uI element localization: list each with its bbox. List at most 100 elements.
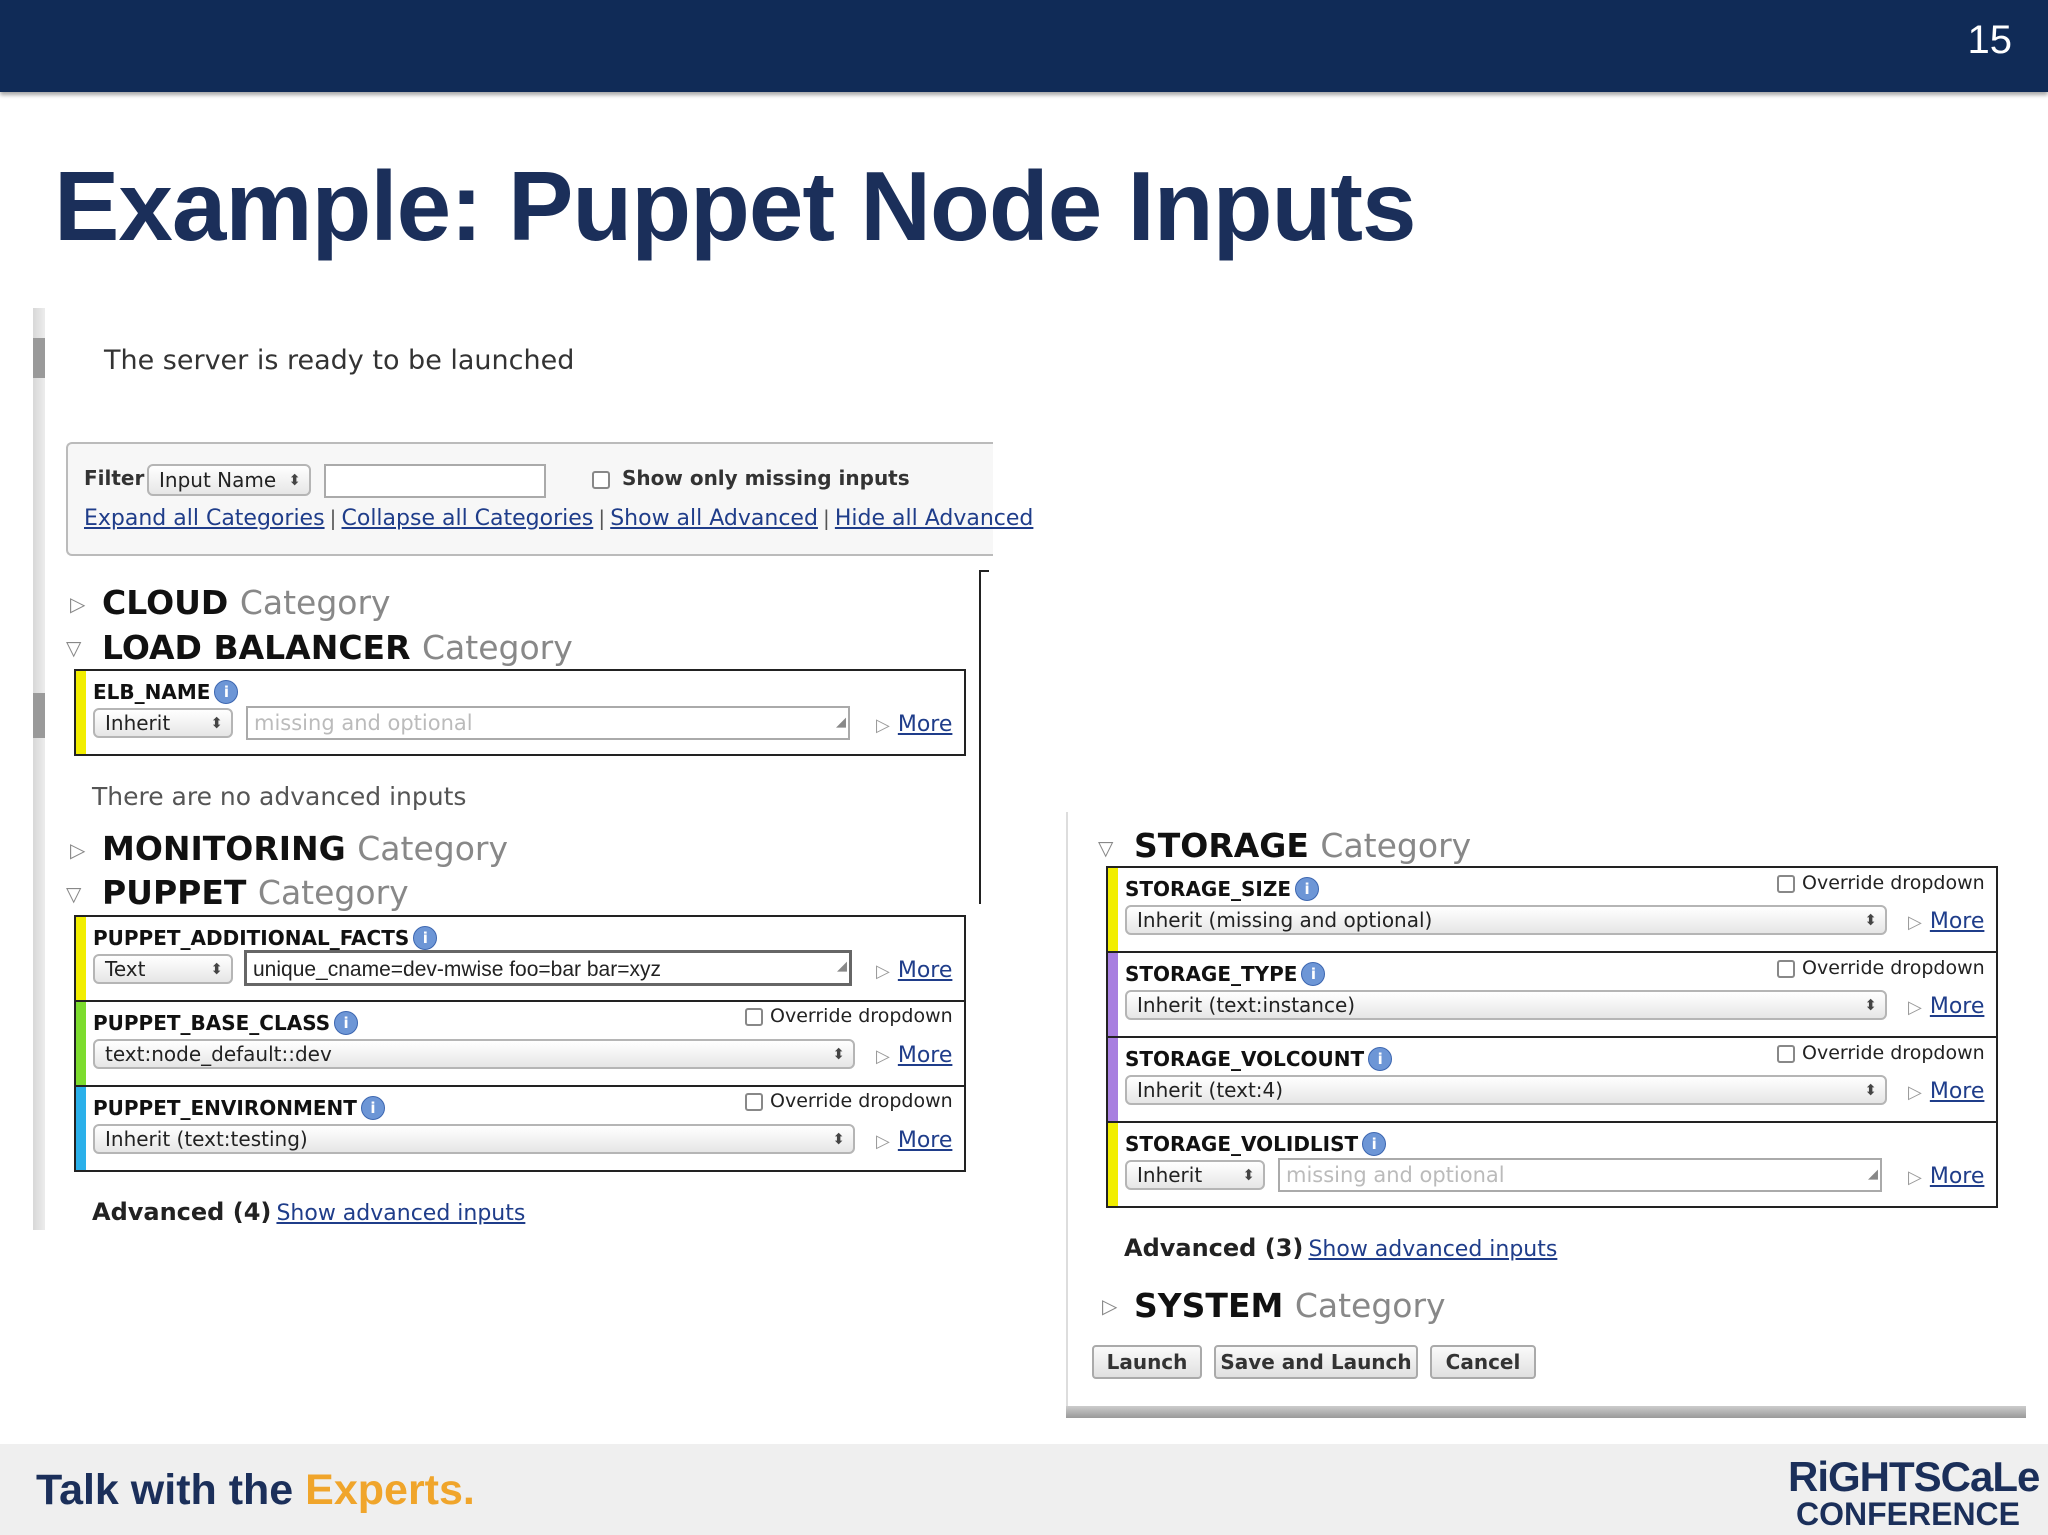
elb-name-input[interactable]: missing and optional ◢ <box>246 706 850 740</box>
input-label-storage-type: STORAGE_TYPE i <box>1125 962 1326 986</box>
input-label-storage-size: STORAGE_SIZE i <box>1125 877 1320 901</box>
row-color-stripe <box>1108 1038 1118 1121</box>
more-triangle-icon: ▷ <box>1908 912 1922 933</box>
server-status-text: The server is ready to be launched <box>104 345 575 376</box>
filter-search-input[interactable] <box>324 464 546 498</box>
row-color-stripe <box>76 671 86 754</box>
category-monitoring[interactable]: MONITORING Category <box>102 829 508 868</box>
info-icon[interactable]: i <box>360 1096 385 1120</box>
info-icon[interactable]: i <box>1362 1132 1387 1156</box>
row-color-stripe <box>1108 1123 1118 1206</box>
row-color-stripe <box>1108 868 1118 951</box>
more-triangle-icon: ▷ <box>1908 997 1922 1018</box>
elb-name-more[interactable]: ▷ More <box>876 712 952 737</box>
more-triangle-icon: ▷ <box>1908 1167 1922 1188</box>
more-triangle-icon: ▷ <box>1908 1082 1922 1103</box>
filter-links: Expand all Categories | Collapse all Cat… <box>84 506 1034 531</box>
category-cloud[interactable]: CLOUD Category <box>102 583 391 622</box>
category-storage[interactable]: STORAGE Category <box>1134 826 1471 865</box>
collapse-triangle-icon[interactable]: ▽ <box>66 636 81 660</box>
storage-size-more[interactable]: ▷ More <box>1908 909 1984 934</box>
puppet-facts-type-select[interactable]: Text ⬍ <box>93 954 233 984</box>
storage-volcount-select[interactable]: Inherit (text:4) ⬍ <box>1125 1075 1887 1105</box>
info-icon[interactable]: i <box>413 926 438 950</box>
override-dropdown-checkbox[interactable] <box>1777 1045 1795 1063</box>
right-panel-edge <box>1066 812 1068 1410</box>
storage-volidlist-input[interactable]: missing and optional ◢ <box>1278 1158 1882 1192</box>
advanced-count: Advanced (4) <box>92 1198 272 1226</box>
hide-all-advanced-link[interactable]: Hide all Advanced <box>835 506 1034 531</box>
info-icon[interactable]: i <box>214 680 239 704</box>
puppet-advanced-line: Advanced (4) Show advanced inputs <box>92 1198 525 1226</box>
override-dropdown-checkbox[interactable] <box>1777 875 1795 893</box>
row-color-stripe <box>1108 953 1118 1036</box>
override-dropdown-checkbox[interactable] <box>745 1093 763 1111</box>
slide-title: Example: Puppet Node Inputs <box>54 151 1416 261</box>
override-dropdown-checkbox[interactable] <box>745 1008 763 1026</box>
more-triangle-icon: ▷ <box>876 1046 890 1067</box>
expand-triangle-icon[interactable]: ▷ <box>70 592 85 616</box>
category-system[interactable]: SYSTEM Category <box>1134 1286 1446 1325</box>
panel-border-line <box>979 570 981 904</box>
storage-type-more[interactable]: ▷ More <box>1908 994 1984 1019</box>
filter-label: Filter <box>84 466 145 490</box>
slide-number: 15 <box>1967 18 2013 62</box>
category-load-balancer[interactable]: LOAD BALANCER Category <box>102 628 573 667</box>
footer-tagline: Talk with the Experts. <box>36 1466 475 1514</box>
save-and-launch-button[interactable]: Save and Launch <box>1214 1345 1418 1379</box>
storage-volcount-more[interactable]: ▷ More <box>1908 1079 1984 1104</box>
more-triangle-icon: ▷ <box>876 961 890 982</box>
input-label-elb-name: ELB_NAME i <box>93 680 239 704</box>
launch-button[interactable]: Launch <box>1092 1345 1202 1379</box>
collapse-all-categories-link[interactable]: Collapse all Categories <box>342 506 594 531</box>
storage-advanced-line: Advanced (3) Show advanced inputs <box>1124 1234 1557 1262</box>
show-all-advanced-link[interactable]: Show all Advanced <box>610 506 818 531</box>
cancel-button[interactable]: Cancel <box>1430 1345 1536 1379</box>
row-color-stripe <box>76 1087 86 1170</box>
right-panel-bottom-edge <box>1066 1406 2026 1418</box>
collapse-triangle-icon[interactable]: ▽ <box>1098 836 1113 860</box>
info-icon[interactable]: i <box>334 1011 359 1035</box>
storage-type-select[interactable]: Inherit (text:instance) ⬍ <box>1125 990 1887 1020</box>
override-dropdown-label: Override dropdown <box>1802 872 1985 894</box>
override-dropdown-checkbox[interactable] <box>1777 960 1795 978</box>
collapse-triangle-icon[interactable]: ▽ <box>66 882 81 906</box>
show-advanced-inputs-link[interactable]: Show advanced inputs <box>1308 1237 1557 1262</box>
puppet-facts-more[interactable]: ▷ More <box>876 958 952 983</box>
puppet-environment-more[interactable]: ▷ More <box>876 1128 952 1153</box>
filter-field-select[interactable]: Input Name ⬍ <box>147 464 311 496</box>
override-dropdown-label: Override dropdown <box>1802 1042 1985 1064</box>
override-dropdown-label: Override dropdown <box>770 1005 953 1027</box>
expand-triangle-icon[interactable]: ▷ <box>70 838 85 862</box>
override-dropdown-label: Override dropdown <box>770 1090 953 1112</box>
expand-triangle-icon[interactable]: ▷ <box>1102 1294 1117 1318</box>
elb-name-select[interactable]: Inherit ⬍ <box>93 708 233 738</box>
override-dropdown-label: Override dropdown <box>1802 957 1985 979</box>
show-missing-checkbox[interactable] <box>592 471 610 489</box>
info-icon[interactable]: i <box>1295 877 1320 901</box>
input-label-storage-volcount: STORAGE_VOLCOUNT i <box>1125 1047 1393 1071</box>
show-advanced-inputs-link[interactable]: Show advanced inputs <box>276 1201 525 1226</box>
more-triangle-icon: ▷ <box>876 715 890 736</box>
storage-size-select[interactable]: Inherit (missing and optional) ⬍ <box>1125 905 1887 935</box>
puppet-facts-input[interactable]: unique_cname=dev-mwise foo=bar bar=xyz ◢ <box>244 950 852 986</box>
storage-volidlist-select[interactable]: Inherit ⬍ <box>1125 1160 1265 1190</box>
input-label-puppet-base-class: PUPPET_BASE_CLASS i <box>93 1011 359 1035</box>
puppet-base-class-select[interactable]: text:node_default::dev ⬍ <box>93 1039 855 1069</box>
more-triangle-icon: ▷ <box>876 1131 890 1152</box>
left-panel-edge <box>33 308 45 1230</box>
info-icon[interactable]: i <box>1368 1047 1393 1071</box>
info-icon[interactable]: i <box>1301 962 1326 986</box>
storage-volidlist-more[interactable]: ▷ More <box>1908 1164 1984 1189</box>
slide-header-bar <box>0 0 2048 92</box>
expand-all-categories-link[interactable]: Expand all Categories <box>84 506 325 531</box>
puppet-base-class-more[interactable]: ▷ More <box>876 1043 952 1068</box>
category-puppet[interactable]: PUPPET Category <box>102 873 409 912</box>
rightscale-conference-logo: RiGHTSCaLe CONFERENCE <box>1788 1453 2040 1532</box>
advanced-count: Advanced (3) <box>1124 1234 1304 1262</box>
input-label-puppet-additional-facts: PUPPET_ADDITIONAL_FACTS i <box>93 926 438 950</box>
row-color-stripe <box>76 917 86 1000</box>
no-advanced-inputs-text: There are no advanced inputs <box>92 782 467 811</box>
puppet-environment-select[interactable]: Inherit (text:testing) ⬍ <box>93 1124 855 1154</box>
show-missing-label: Show only missing inputs <box>622 466 910 490</box>
